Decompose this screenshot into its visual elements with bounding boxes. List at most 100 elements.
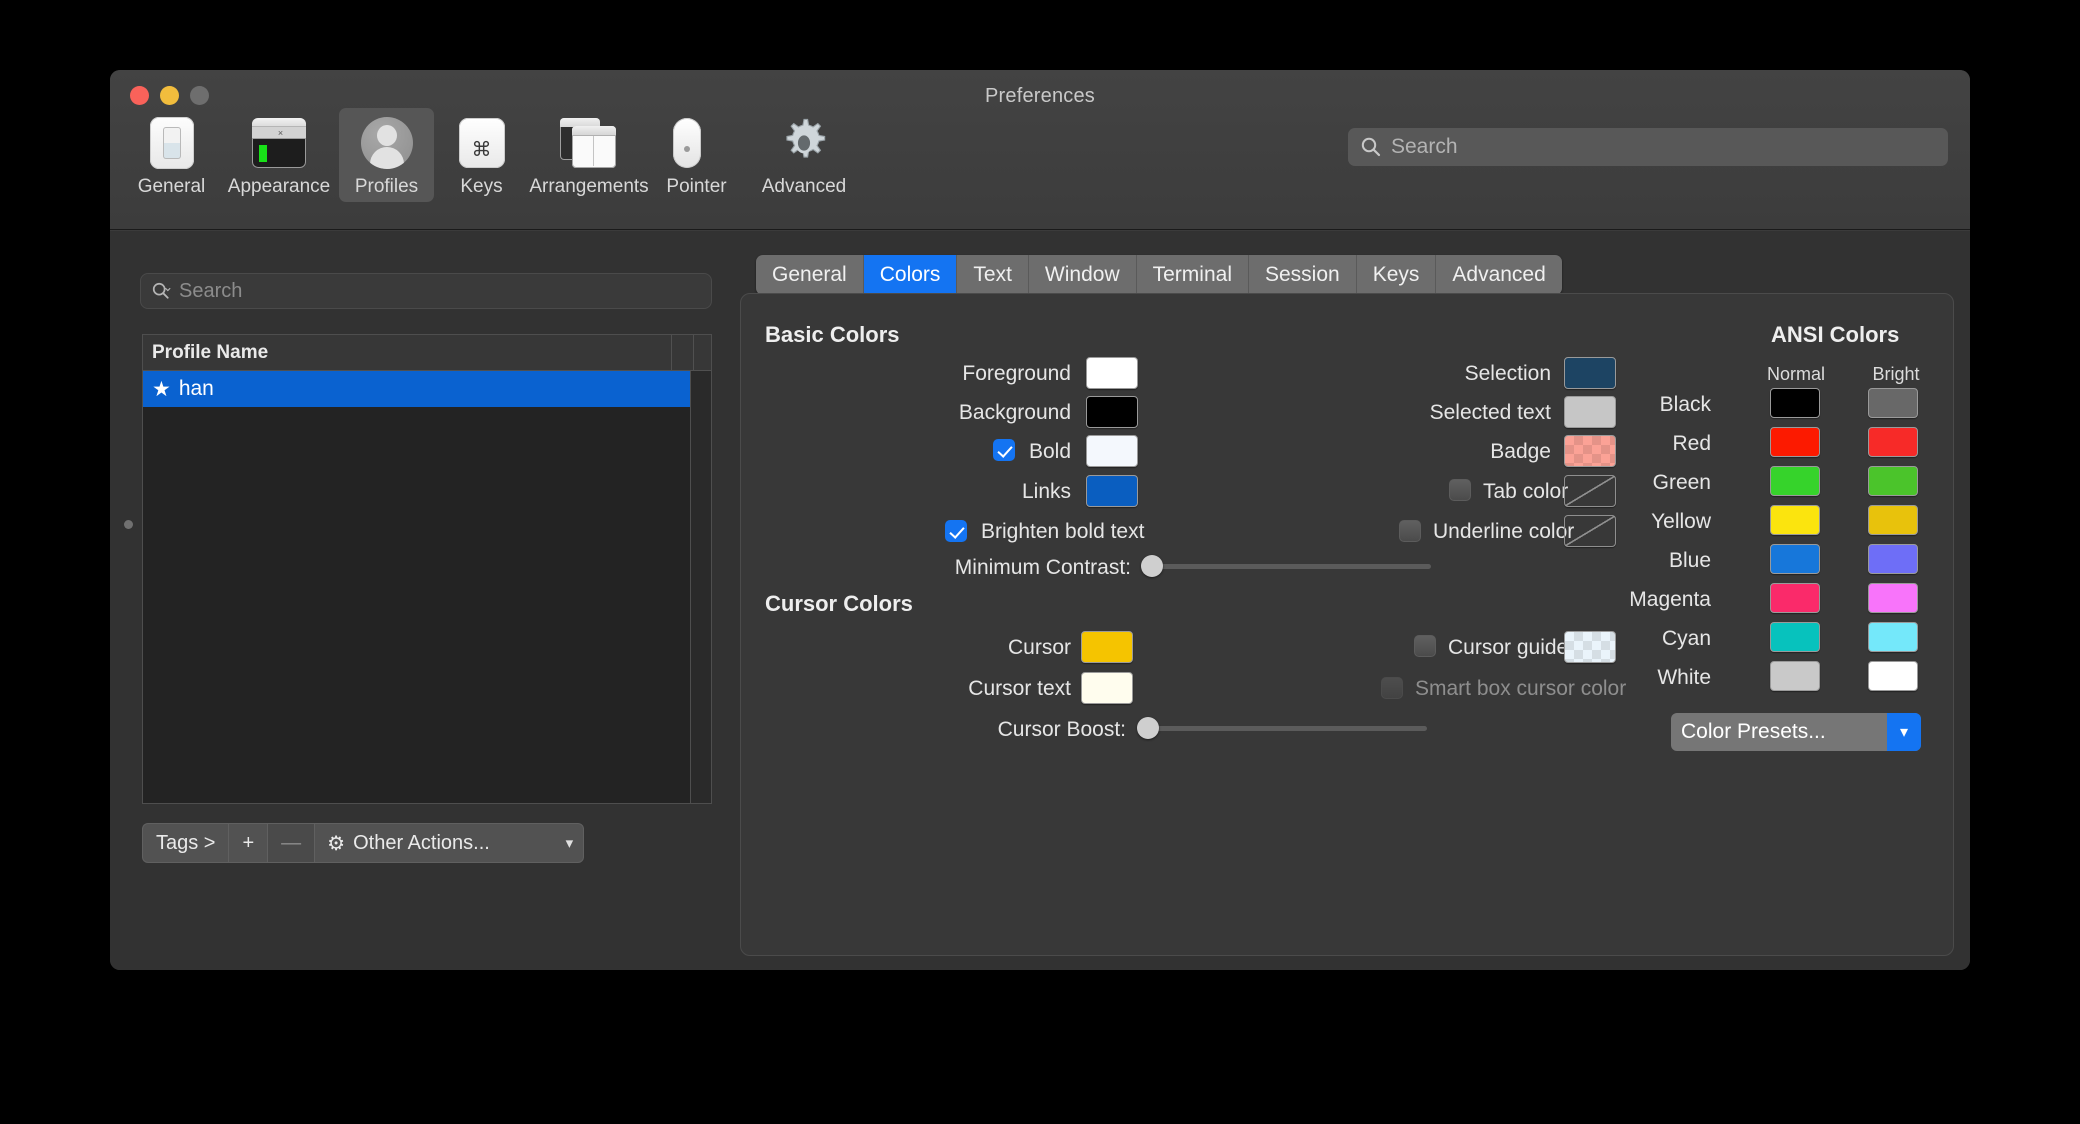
toolbar-search-placeholder: Search <box>1391 135 1458 158</box>
search-icon <box>152 282 171 299</box>
toolbar-item-general[interactable]: General <box>124 108 219 202</box>
search-icon <box>1361 137 1381 157</box>
cursor-guide-checkbox[interactable] <box>1414 635 1436 657</box>
arrangements-windows-icon <box>529 114 649 172</box>
ansi-bright-blue-swatch[interactable] <box>1868 544 1918 574</box>
window-titlebar: Preferences General × Appearance Profile… <box>110 70 1970 230</box>
toolbar-search-field[interactable]: Search <box>1348 128 1948 166</box>
underline-color-label: Underline color <box>1433 520 1575 543</box>
brighten-bold-text-label: Brighten bold text <box>981 520 1145 543</box>
selected-text-label: Selected text <box>1429 401 1551 424</box>
tags-button[interactable]: Tags > <box>142 823 229 863</box>
ansi-colors-title: ANSI Colors <box>1771 322 1900 347</box>
foreground-color-swatch[interactable] <box>1086 357 1138 389</box>
ansi-normal-magenta-swatch[interactable] <box>1770 583 1820 613</box>
split-view-handle[interactable] <box>124 520 133 529</box>
brighten-bold-text-checkbox[interactable] <box>945 520 967 542</box>
ansi-bright-cyan-swatch[interactable] <box>1868 622 1918 652</box>
ansi-normal-green-swatch[interactable] <box>1770 466 1820 496</box>
toolbar-item-keys[interactable]: ⌘ Keys <box>434 108 529 202</box>
underline-color-checkbox[interactable] <box>1399 520 1421 542</box>
keys-command-icon: ⌘ <box>434 114 529 172</box>
window-title: Preferences <box>984 85 1096 107</box>
ansi-header-normal: Normal <box>1766 364 1825 384</box>
toolbar-label-advanced: Advanced <box>761 176 847 197</box>
bold-checkbox[interactable] <box>993 439 1015 461</box>
cursor-boost-slider[interactable] <box>1137 717 1427 739</box>
links-color-swatch[interactable] <box>1086 475 1138 507</box>
toolbar-label-appearance: Appearance <box>227 176 331 197</box>
preferences-window: Preferences General × Appearance Profile… <box>110 70 1970 970</box>
slider-knob[interactable] <box>1141 555 1163 577</box>
toolbar-label-arrangements: Arrangements <box>529 176 649 197</box>
remove-profile-button[interactable]: — <box>267 823 315 863</box>
toolbar-item-arrangements[interactable]: Arrangements <box>529 108 649 202</box>
toolbar-label-general: General <box>137 176 206 197</box>
ansi-normal-white-swatch[interactable] <box>1770 661 1820 691</box>
links-label: Links <box>1021 480 1071 503</box>
ansi-bright-yellow-swatch[interactable] <box>1868 505 1918 535</box>
profiles-table-body: ★ han <box>143 371 711 803</box>
tab-color-checkbox[interactable] <box>1449 479 1471 501</box>
tab-session[interactable]: Session <box>1248 255 1357 295</box>
slider-knob[interactable] <box>1137 717 1159 739</box>
toolbar-label-keys: Keys <box>460 176 503 197</box>
ansi-label-magenta: Magenta <box>1629 588 1711 611</box>
ansi-bright-black-swatch[interactable] <box>1868 388 1918 418</box>
add-profile-button[interactable]: + <box>228 823 268 863</box>
profile-detail-pane: General Colors Text Window Terminal Sess… <box>740 231 1954 970</box>
badge-label: Badge <box>1490 440 1551 463</box>
color-presets-dropdown[interactable]: Color Presets... ▾ <box>1671 713 1921 751</box>
chevron-down-icon[interactable]: ▾ <box>1887 713 1921 751</box>
ansi-label-yellow: Yellow <box>1651 510 1711 533</box>
ansi-label-red: Red <box>1672 432 1711 455</box>
background-label: Background <box>958 401 1071 424</box>
other-actions-button[interactable]: ⚙ Other Actions... ▾ <box>314 823 585 863</box>
ansi-normal-red-swatch[interactable] <box>1770 427 1820 457</box>
toolbar-item-pointer[interactable]: Pointer <box>649 108 744 202</box>
cursor-boost-label: Cursor Boost: <box>997 718 1126 741</box>
tab-text[interactable]: Text <box>957 255 1029 295</box>
tab-window[interactable]: Window <box>1028 255 1137 295</box>
tab-advanced[interactable]: Advanced <box>1436 255 1562 295</box>
bold-color-swatch[interactable] <box>1086 435 1138 467</box>
tab-general[interactable]: General <box>756 255 864 295</box>
column-header-profile-name[interactable]: Profile Name <box>143 342 671 364</box>
ansi-bright-magenta-swatch[interactable] <box>1868 583 1918 613</box>
profile-search-input[interactable]: Search <box>140 273 712 309</box>
minimum-contrast-slider[interactable] <box>1141 555 1431 577</box>
cursor-text-color-swatch[interactable] <box>1081 672 1133 704</box>
general-switch-icon <box>124 114 219 172</box>
tab-keys[interactable]: Keys <box>1356 255 1437 295</box>
preferences-toolbar: General × Appearance Profiles ⌘ Keys Arr… <box>124 108 864 202</box>
tab-colors[interactable]: Colors <box>863 255 958 295</box>
selection-color-swatch[interactable] <box>1564 357 1616 389</box>
profiles-table[interactable]: Profile Name ★ han <box>142 334 712 804</box>
cursor-label: Cursor <box>1007 636 1071 659</box>
ansi-bright-green-swatch[interactable] <box>1868 466 1918 496</box>
cursor-color-swatch[interactable] <box>1081 631 1133 663</box>
background-color-swatch[interactable] <box>1086 396 1138 428</box>
tab-terminal[interactable]: Terminal <box>1136 255 1249 295</box>
minimum-contrast-label: Minimum Contrast: <box>954 556 1131 579</box>
table-row[interactable]: ★ han <box>143 371 711 407</box>
profiles-bottom-toolbar: Tags > + — ⚙ Other Actions... ▾ <box>142 823 585 863</box>
cursor-text-label: Cursor text <box>968 677 1071 700</box>
toolbar-item-profiles[interactable]: Profiles <box>339 108 434 202</box>
toolbar-item-advanced[interactable]: Advanced <box>744 108 864 202</box>
tab-color-label: Tab color <box>1483 480 1569 503</box>
profile-tabbar: General Colors Text Window Terminal Sess… <box>756 255 1562 295</box>
advanced-gear-icon <box>744 114 864 172</box>
ansi-normal-blue-swatch[interactable] <box>1770 544 1820 574</box>
ansi-normal-yellow-swatch[interactable] <box>1770 505 1820 535</box>
smart-box-cursor-color-checkbox[interactable] <box>1381 677 1403 699</box>
slider-track <box>1141 564 1431 569</box>
ansi-bright-white-swatch[interactable] <box>1868 661 1918 691</box>
profiles-table-scrollbar[interactable] <box>690 371 711 803</box>
ansi-bright-red-swatch[interactable] <box>1868 427 1918 457</box>
toolbar-item-appearance[interactable]: × Appearance <box>219 108 339 202</box>
gear-icon: ⚙ <box>327 832 346 855</box>
toolbar-label-profiles: Profiles <box>354 176 419 197</box>
ansi-normal-black-swatch[interactable] <box>1770 388 1820 418</box>
ansi-normal-cyan-swatch[interactable] <box>1770 622 1820 652</box>
